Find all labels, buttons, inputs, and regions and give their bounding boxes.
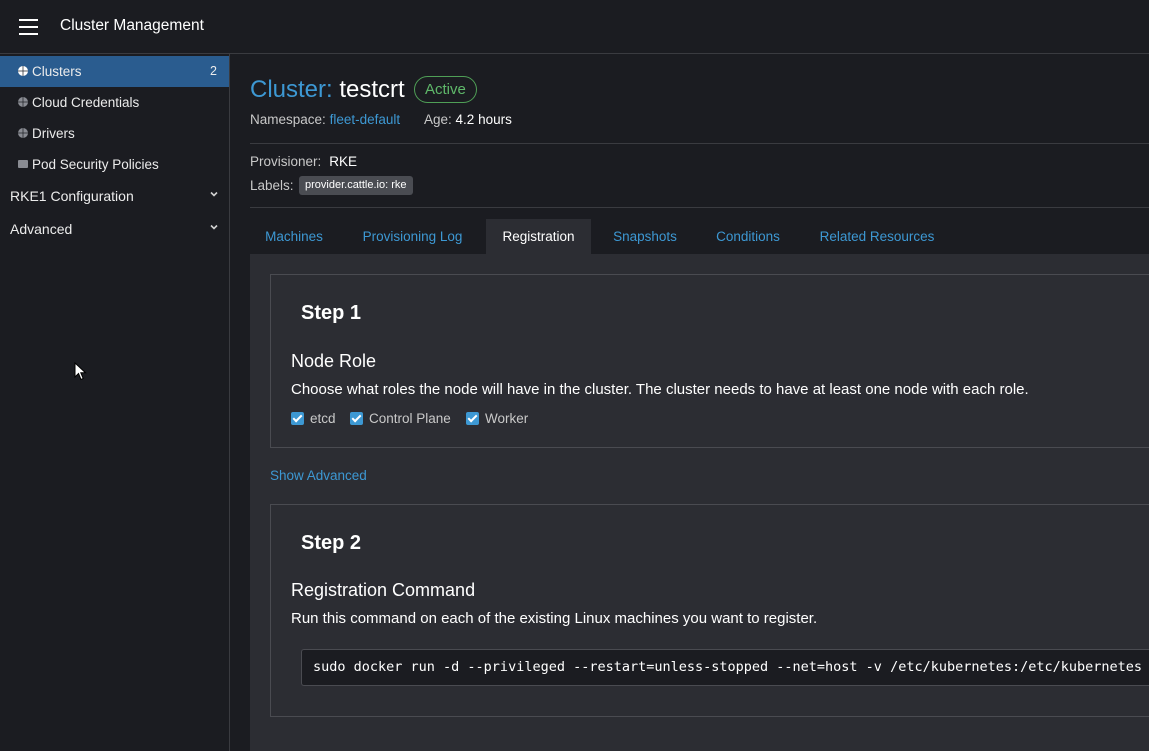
app-title: Cluster Management — [60, 17, 204, 34]
age-value: 4.2 hours — [455, 112, 512, 127]
namespace-label: Namespace: — [250, 112, 326, 127]
sidebar-item-label: Drivers — [32, 126, 75, 141]
sidebar-item-label: Cloud Credentials — [32, 95, 140, 110]
step1-title: Step 1 — [301, 302, 362, 324]
top-header: Cluster Management — [0, 0, 1149, 54]
provisioner-value: RKE — [329, 154, 358, 169]
divider — [250, 207, 1149, 208]
hamburger-menu-icon[interactable] — [19, 19, 38, 35]
checkbox-checked-icon — [350, 412, 363, 425]
tab-provisioning-log[interactable]: Provisioning Log — [350, 219, 475, 254]
globe-icon — [18, 97, 28, 107]
globe-icon — [18, 128, 28, 138]
tab-conditions[interactable]: Conditions — [705, 219, 791, 254]
sidebar-group-rke1-configuration[interactable]: RKE1 Configuration — [0, 181, 229, 211]
namespace-meta: Namespace: fleet-default — [250, 112, 400, 127]
sidebar-item-label: Clusters — [32, 64, 82, 79]
sidebar-item-clusters[interactable]: Clusters 2 — [0, 56, 229, 87]
folder-icon — [18, 160, 28, 168]
registration-panel: Step 1 Node Role Choose what roles the n… — [250, 254, 1149, 751]
sidebar-group-label: RKE1 Configuration — [10, 188, 134, 204]
clusters-count: 2 — [210, 64, 217, 78]
step2-card: Step 2 Registration Command Run this com… — [270, 504, 1149, 717]
globe-icon — [18, 66, 28, 76]
tab-related-resources[interactable]: Related Resources — [810, 219, 944, 254]
provisioner-row: Provisioner: RKE — [250, 154, 357, 169]
provisioner-label: Provisioner: — [250, 154, 322, 169]
sidebar-item-label: Pod Security Policies — [32, 157, 159, 172]
registration-command-heading: Registration Command — [291, 580, 476, 600]
cluster-prefix: Cluster: — [250, 76, 333, 103]
sidebar-item-cloud-credentials[interactable]: Cloud Credentials — [0, 87, 229, 118]
status-badge: Active — [414, 76, 477, 103]
node-role-description: Choose what roles the node will have in … — [291, 381, 1029, 398]
labels-label: Labels: — [250, 178, 294, 193]
checkbox-label: Control Plane — [369, 411, 451, 426]
step2-title: Step 2 — [301, 532, 362, 554]
sidebar-group-label: Advanced — [10, 221, 73, 237]
age-label: Age: — [424, 112, 452, 127]
checkbox-checked-icon — [291, 412, 304, 425]
sidebar: Clusters 2 Cloud Credentials Drivers Pod… — [0, 54, 230, 751]
sidebar-item-pod-security-policies[interactable]: Pod Security Policies — [0, 149, 229, 180]
tab-snapshots[interactable]: Snapshots — [602, 219, 688, 254]
cluster-name: testcrt — [339, 76, 405, 103]
node-role-heading: Node Role — [291, 351, 377, 371]
tab-machines[interactable]: Machines — [250, 219, 338, 254]
chevron-down-icon — [210, 191, 218, 197]
checkbox-checked-icon — [466, 412, 479, 425]
checkbox-label: Worker — [485, 411, 529, 426]
registration-command-box[interactable]: sudo docker run -d --privileged --restar… — [301, 649, 1149, 686]
checkbox-label: etcd — [310, 411, 336, 426]
show-advanced-link[interactable]: Show Advanced — [270, 468, 367, 483]
tab-bar: Machines Provisioning Log Registration S… — [250, 219, 1149, 254]
mouse-cursor-icon — [74, 362, 87, 381]
sidebar-group-advanced[interactable]: Advanced — [0, 214, 229, 244]
age-meta: Age: 4.2 hours — [424, 112, 512, 127]
namespace-link[interactable]: fleet-default — [330, 112, 401, 127]
sidebar-item-drivers[interactable]: Drivers — [0, 118, 229, 149]
main-content: Cluster: testcrt Active Namespace: fleet… — [250, 54, 1149, 751]
chevron-down-icon — [210, 224, 218, 230]
label-chip: provider.cattle.io: rke — [299, 176, 413, 195]
page-title: Cluster: testcrt — [250, 76, 405, 104]
step1-card: Step 1 Node Role Choose what roles the n… — [270, 274, 1149, 448]
tab-registration[interactable]: Registration — [486, 219, 591, 254]
registration-command-description: Run this command on each of the existing… — [291, 610, 818, 627]
divider — [250, 143, 1149, 144]
